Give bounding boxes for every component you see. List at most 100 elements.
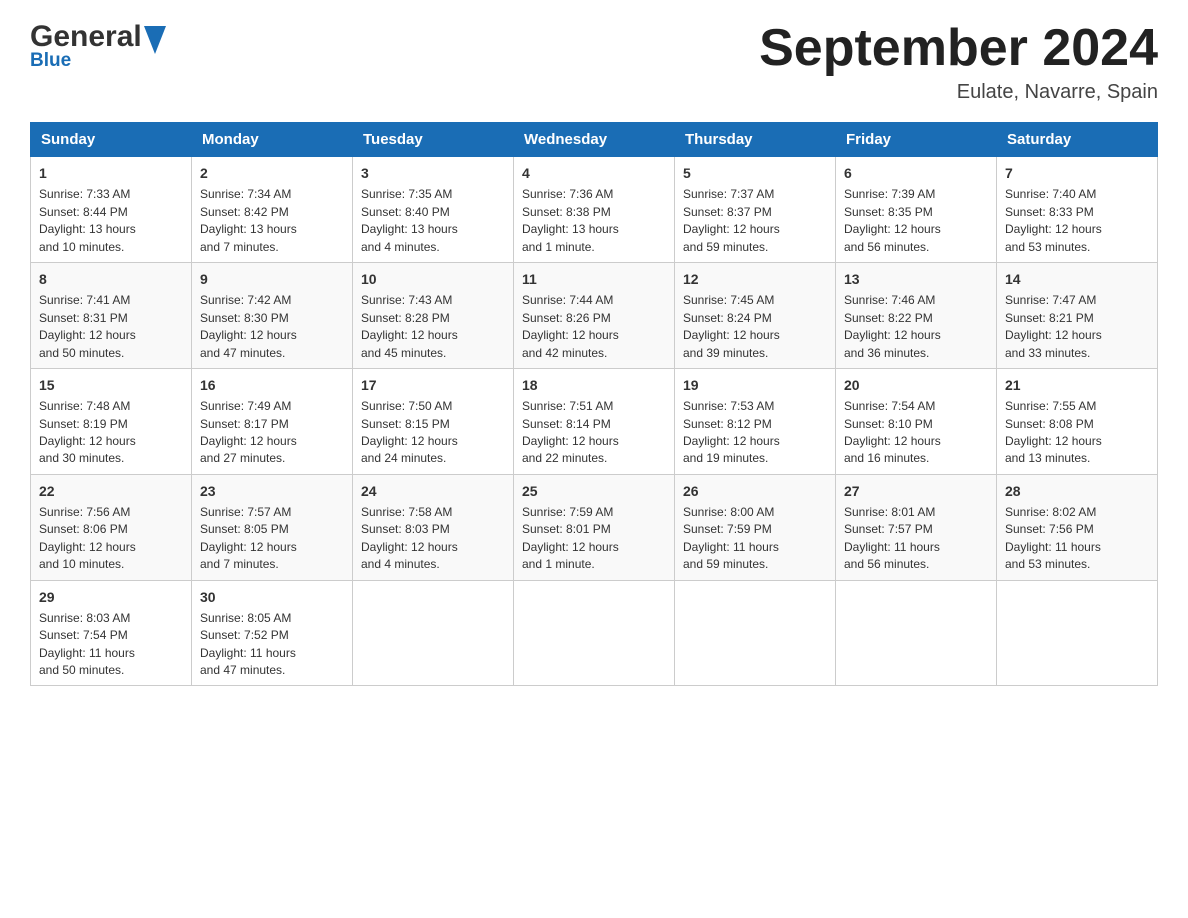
calendar-cell: 10 Sunrise: 7:43 AM Sunset: 8:28 PM Dayl… [353,263,514,369]
calendar-cell [353,580,514,686]
day-info: Sunrise: 8:00 AM Sunset: 7:59 PM Dayligh… [683,504,827,574]
location-title: Eulate, Navarre, Spain [759,81,1158,104]
day-number: 23 [200,481,344,501]
calendar-cell: 12 Sunrise: 7:45 AM Sunset: 8:24 PM Dayl… [675,263,836,369]
calendar-cell: 25 Sunrise: 7:59 AM Sunset: 8:01 PM Dayl… [514,474,675,580]
day-info: Sunrise: 8:05 AM Sunset: 7:52 PM Dayligh… [200,610,344,680]
day-info: Sunrise: 7:50 AM Sunset: 8:15 PM Dayligh… [361,398,505,468]
day-info: Sunrise: 7:45 AM Sunset: 8:24 PM Dayligh… [683,292,827,362]
day-number: 5 [683,163,827,183]
calendar-cell: 3 Sunrise: 7:35 AM Sunset: 8:40 PM Dayli… [353,157,514,263]
day-info: Sunrise: 7:43 AM Sunset: 8:28 PM Dayligh… [361,292,505,362]
calendar-cell: 8 Sunrise: 7:41 AM Sunset: 8:31 PM Dayli… [31,263,192,369]
week-row-1: 1 Sunrise: 7:33 AM Sunset: 8:44 PM Dayli… [31,157,1158,263]
calendar-header-row: SundayMondayTuesdayWednesdayThursdayFrid… [31,123,1158,157]
header-monday: Monday [192,123,353,157]
calendar-cell: 20 Sunrise: 7:54 AM Sunset: 8:10 PM Dayl… [836,368,997,474]
calendar-cell: 26 Sunrise: 8:00 AM Sunset: 7:59 PM Dayl… [675,474,836,580]
header-wednesday: Wednesday [514,123,675,157]
day-info: Sunrise: 7:44 AM Sunset: 8:26 PM Dayligh… [522,292,666,362]
day-number: 25 [522,481,666,501]
day-number: 15 [39,375,183,395]
calendar-cell [675,580,836,686]
day-info: Sunrise: 7:41 AM Sunset: 8:31 PM Dayligh… [39,292,183,362]
logo-blue-text: Blue [30,50,71,72]
day-number: 12 [683,269,827,289]
day-number: 6 [844,163,988,183]
day-info: Sunrise: 7:59 AM Sunset: 8:01 PM Dayligh… [522,504,666,574]
day-number: 10 [361,269,505,289]
day-info: Sunrise: 7:40 AM Sunset: 8:33 PM Dayligh… [1005,186,1149,256]
calendar-cell: 1 Sunrise: 7:33 AM Sunset: 8:44 PM Dayli… [31,157,192,263]
day-info: Sunrise: 8:03 AM Sunset: 7:54 PM Dayligh… [39,610,183,680]
header-thursday: Thursday [675,123,836,157]
calendar-cell: 13 Sunrise: 7:46 AM Sunset: 8:22 PM Dayl… [836,263,997,369]
calendar-cell: 11 Sunrise: 7:44 AM Sunset: 8:26 PM Dayl… [514,263,675,369]
day-info: Sunrise: 7:46 AM Sunset: 8:22 PM Dayligh… [844,292,988,362]
week-row-3: 15 Sunrise: 7:48 AM Sunset: 8:19 PM Dayl… [31,368,1158,474]
day-info: Sunrise: 8:02 AM Sunset: 7:56 PM Dayligh… [1005,504,1149,574]
logo-area: General Blue [30,20,167,72]
day-number: 14 [1005,269,1149,289]
day-info: Sunrise: 7:54 AM Sunset: 8:10 PM Dayligh… [844,398,988,468]
calendar-cell: 16 Sunrise: 7:49 AM Sunset: 8:17 PM Dayl… [192,368,353,474]
calendar-cell: 28 Sunrise: 8:02 AM Sunset: 7:56 PM Dayl… [997,474,1158,580]
day-number: 27 [844,481,988,501]
day-number: 8 [39,269,183,289]
day-number: 26 [683,481,827,501]
calendar-cell: 27 Sunrise: 8:01 AM Sunset: 7:57 PM Dayl… [836,474,997,580]
day-number: 22 [39,481,183,501]
day-info: Sunrise: 7:56 AM Sunset: 8:06 PM Dayligh… [39,504,183,574]
header-saturday: Saturday [997,123,1158,157]
day-info: Sunrise: 7:34 AM Sunset: 8:42 PM Dayligh… [200,186,344,256]
day-number: 19 [683,375,827,395]
calendar-cell: 4 Sunrise: 7:36 AM Sunset: 8:38 PM Dayli… [514,157,675,263]
logo-general-text: General [30,20,142,54]
calendar-cell: 17 Sunrise: 7:50 AM Sunset: 8:15 PM Dayl… [353,368,514,474]
day-number: 30 [200,587,344,607]
calendar-cell: 23 Sunrise: 7:57 AM Sunset: 8:05 PM Dayl… [192,474,353,580]
calendar-cell [997,580,1158,686]
day-number: 13 [844,269,988,289]
day-number: 7 [1005,163,1149,183]
day-info: Sunrise: 7:53 AM Sunset: 8:12 PM Dayligh… [683,398,827,468]
calendar-cell: 15 Sunrise: 7:48 AM Sunset: 8:19 PM Dayl… [31,368,192,474]
calendar-cell: 5 Sunrise: 7:37 AM Sunset: 8:37 PM Dayli… [675,157,836,263]
title-area: September 2024 Eulate, Navarre, Spain [759,20,1158,104]
header-friday: Friday [836,123,997,157]
header-tuesday: Tuesday [353,123,514,157]
day-number: 21 [1005,375,1149,395]
week-row-4: 22 Sunrise: 7:56 AM Sunset: 8:06 PM Dayl… [31,474,1158,580]
day-number: 16 [200,375,344,395]
day-info: Sunrise: 7:57 AM Sunset: 8:05 PM Dayligh… [200,504,344,574]
day-number: 18 [522,375,666,395]
calendar-cell: 22 Sunrise: 7:56 AM Sunset: 8:06 PM Dayl… [31,474,192,580]
day-number: 29 [39,587,183,607]
calendar-cell: 21 Sunrise: 7:55 AM Sunset: 8:08 PM Dayl… [997,368,1158,474]
day-info: Sunrise: 7:42 AM Sunset: 8:30 PM Dayligh… [200,292,344,362]
day-info: Sunrise: 7:51 AM Sunset: 8:14 PM Dayligh… [522,398,666,468]
page-header: General Blue September 2024 Eulate, Nava… [30,20,1158,104]
calendar-cell: 29 Sunrise: 8:03 AM Sunset: 7:54 PM Dayl… [31,580,192,686]
day-number: 1 [39,163,183,183]
day-info: Sunrise: 7:48 AM Sunset: 8:19 PM Dayligh… [39,398,183,468]
logo-arrow-icon [144,26,166,54]
logo: General [30,20,167,54]
calendar-cell [514,580,675,686]
day-info: Sunrise: 7:58 AM Sunset: 8:03 PM Dayligh… [361,504,505,574]
calendar-cell: 9 Sunrise: 7:42 AM Sunset: 8:30 PM Dayli… [192,263,353,369]
day-info: Sunrise: 7:49 AM Sunset: 8:17 PM Dayligh… [200,398,344,468]
calendar-cell [836,580,997,686]
calendar-cell: 2 Sunrise: 7:34 AM Sunset: 8:42 PM Dayli… [192,157,353,263]
calendar-table: SundayMondayTuesdayWednesdayThursdayFrid… [30,122,1158,686]
day-info: Sunrise: 7:35 AM Sunset: 8:40 PM Dayligh… [361,186,505,256]
calendar-cell: 6 Sunrise: 7:39 AM Sunset: 8:35 PM Dayli… [836,157,997,263]
month-title: September 2024 [759,20,1158,77]
day-number: 3 [361,163,505,183]
calendar-cell: 30 Sunrise: 8:05 AM Sunset: 7:52 PM Dayl… [192,580,353,686]
day-info: Sunrise: 7:47 AM Sunset: 8:21 PM Dayligh… [1005,292,1149,362]
day-number: 28 [1005,481,1149,501]
week-row-2: 8 Sunrise: 7:41 AM Sunset: 8:31 PM Dayli… [31,263,1158,369]
day-info: Sunrise: 7:36 AM Sunset: 8:38 PM Dayligh… [522,186,666,256]
day-number: 11 [522,269,666,289]
